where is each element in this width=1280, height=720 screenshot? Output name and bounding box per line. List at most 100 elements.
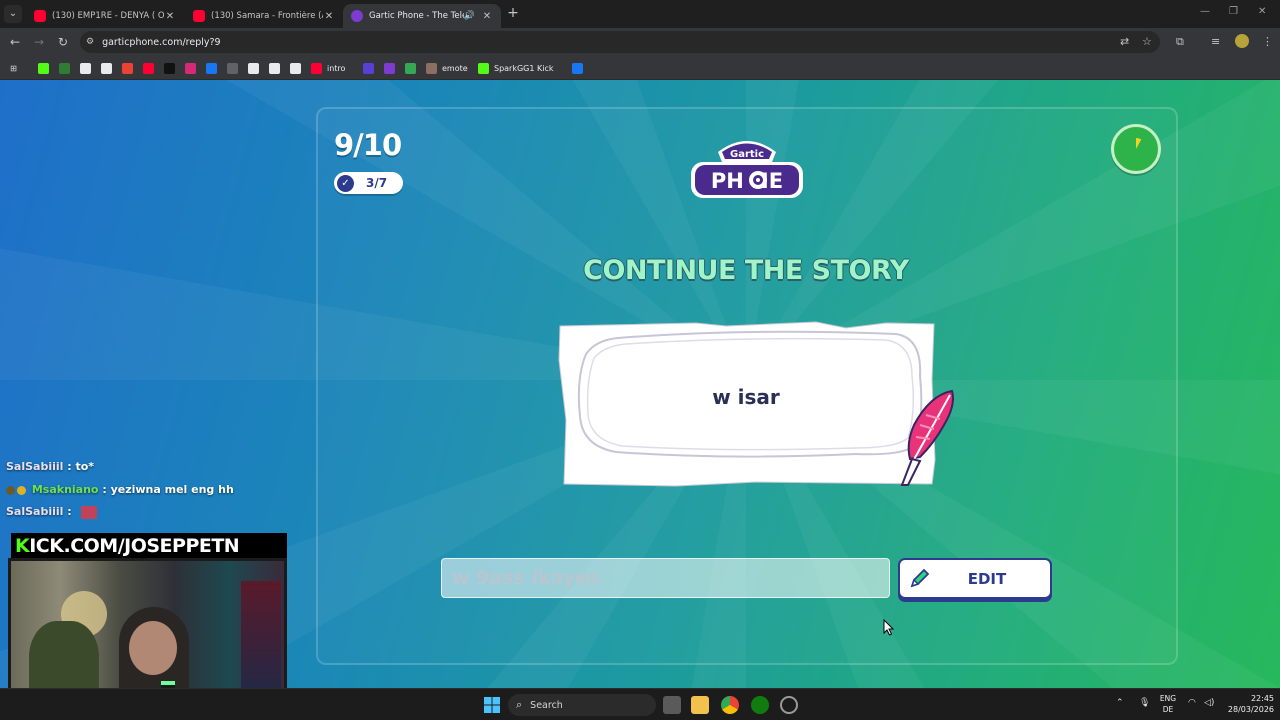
badge-icon: [6, 485, 15, 495]
youtube-icon: [311, 62, 322, 74]
openai-icon: [269, 62, 280, 74]
clock-date: 28/03/2026: [1227, 705, 1274, 714]
bookmark-item[interactable]: [143, 61, 159, 75]
bookmarks-bar: ⊞ intro emote SparkGG1 Kick: [0, 56, 1280, 80]
story-input[interactable]: w 9ass lkayes: [441, 558, 890, 598]
tab-gartic-phone[interactable]: Gartic Phone - The Telephone 🔊 ✕: [343, 4, 501, 28]
bookmark-item[interactable]: [80, 61, 96, 75]
chat-text: yeziwna mel eng hh: [110, 483, 234, 496]
tray-chevron-icon[interactable]: ⌃: [1116, 698, 1124, 708]
gartic-icon: [384, 62, 395, 74]
bookmark-intro[interactable]: intro: [311, 61, 345, 75]
apps-grid-icon[interactable]: ⊞: [8, 61, 24, 75]
chat-username: SalSabiiil: [6, 505, 64, 518]
chat-message: SalSabiiil : to*: [6, 460, 95, 473]
media-icon[interactable]: ≡: [1211, 34, 1220, 50]
bookmark-item[interactable]: [164, 61, 180, 75]
reload-icon[interactable]: ↻: [55, 34, 71, 50]
youtube-icon: [143, 62, 154, 74]
webcam-feed: [8, 558, 287, 688]
chrome-icon[interactable]: [721, 696, 739, 714]
grid-icon: [227, 62, 238, 74]
bookmark-item[interactable]: [122, 61, 138, 75]
edit-label: EDIT: [967, 569, 1007, 588]
bookmark-star-icon[interactable]: ☆: [1142, 34, 1152, 50]
forward-icon[interactable]: →: [31, 34, 47, 50]
avatar[interactable]: [1235, 34, 1249, 48]
story-prompt: w isar: [712, 385, 780, 409]
bookmark-sparkgg1-kick[interactable]: SparkGG1 Kick: [478, 61, 554, 75]
players-done-badge: ✓ 3/7: [334, 172, 403, 194]
kick-channel-banner: KICK.COM/JOSEPPETN: [11, 533, 287, 559]
bookmark-item[interactable]: [269, 61, 285, 75]
chat-message: SalSabiiil :: [6, 505, 98, 519]
clock[interactable]: 22:45 28/03/2026: [1226, 693, 1274, 715]
menu-icon[interactable]: ⋮: [1262, 34, 1273, 50]
bookmark-item[interactable]: [59, 61, 75, 75]
new-tab-button[interactable]: +: [505, 5, 521, 21]
windows-taskbar: ⌕ Search ⌃ ENG DE 🎙 ◠ ◁) 22:45 28/03/202…: [0, 688, 1280, 720]
kick-logo-letter: K: [15, 535, 30, 557]
close-icon[interactable]: ✕: [323, 11, 335, 22]
diamond-icon: [80, 62, 91, 74]
search-placeholder: Search: [530, 699, 563, 711]
bookmark-item[interactable]: [248, 61, 264, 75]
close-icon[interactable]: ✕: [481, 11, 493, 22]
microphone-icon[interactable]: 🎙: [1139, 698, 1150, 708]
facebook-icon: [206, 62, 217, 74]
back-icon[interactable]: ←: [7, 34, 23, 50]
bookmark-item[interactable]: [384, 61, 400, 75]
bookmark-item[interactable]: [38, 61, 54, 75]
tab-search-icon[interactable]: ⌄: [4, 5, 22, 23]
taskbar-search[interactable]: ⌕ Search: [508, 694, 656, 716]
timer-icon: [1111, 124, 1161, 174]
bookmark-emote[interactable]: emote: [426, 61, 468, 75]
bookmark-item[interactable]: [571, 61, 588, 75]
bookmark-label: SparkGG1 Kick: [494, 63, 554, 73]
badge-icon: [17, 485, 26, 495]
maximize-icon[interactable]: ❐: [1229, 6, 1238, 17]
speaker-icon[interactable]: 🔊: [464, 11, 475, 21]
bookmark-item[interactable]: [101, 61, 117, 75]
minimize-icon[interactable]: —: [1200, 6, 1210, 17]
bookmark-item[interactable]: [206, 61, 222, 75]
site-info-icon[interactable]: ⚙: [86, 37, 94, 47]
emote-icon: [426, 62, 437, 74]
extensions-icon[interactable]: ⧉: [1176, 34, 1184, 50]
chat-username: SalSabiiil: [6, 460, 64, 473]
gartic-icon: [351, 10, 363, 22]
svg-text:Gartic: Gartic: [730, 149, 764, 160]
instagram-icon: [185, 62, 196, 74]
volume-icon[interactable]: ◁): [1204, 698, 1214, 708]
kick-icon: [38, 62, 49, 74]
file-explorer-icon[interactable]: [691, 696, 709, 714]
xbox-icon[interactable]: [751, 696, 769, 714]
address-bar[interactable]: ⚙ garticphone.com/reply?9: [80, 31, 1160, 53]
task-view-icon[interactable]: [663, 696, 681, 714]
bookmark-item[interactable]: [405, 61, 421, 75]
anchor-icon: [101, 62, 112, 74]
windows-start-icon[interactable]: [483, 696, 501, 714]
wifi-icon[interactable]: ◠: [1188, 698, 1196, 708]
players-done-count: 3/7: [366, 176, 388, 190]
meta-icon: [571, 62, 583, 74]
close-window-icon[interactable]: ✕: [1258, 6, 1266, 17]
translate-icon[interactable]: ⇄: [1120, 34, 1129, 50]
url-text[interactable]: garticphone.com/reply?9: [102, 37, 221, 48]
tab-title: (130) EMP1RE - DENYA ( Officia: [52, 11, 164, 21]
close-icon[interactable]: ✕: [164, 11, 176, 22]
bookmark-item[interactable]: [227, 61, 243, 75]
bookmark-item[interactable]: [290, 61, 306, 75]
kick-channel-url: ICK.COM/JOSEPPETN: [29, 535, 240, 557]
edit-button[interactable]: EDIT: [898, 558, 1052, 599]
tab-empire[interactable]: (130) EMP1RE - DENYA ( Officia ✕: [26, 4, 184, 28]
language-indicator[interactable]: ENG DE: [1158, 693, 1178, 715]
app-icon[interactable]: [780, 696, 798, 714]
tab-title: Gartic Phone - The Telephone: [369, 11, 464, 21]
bookmark-item[interactable]: [363, 61, 379, 75]
d-icon: [59, 62, 70, 74]
bookmark-item[interactable]: [185, 61, 201, 75]
youtube-icon: [193, 10, 205, 22]
chat-message: Msakniano : yeziwna mel eng hh: [6, 483, 234, 496]
tab-samara[interactable]: (130) Samara - Frontière (Audio ✕: [185, 4, 343, 28]
